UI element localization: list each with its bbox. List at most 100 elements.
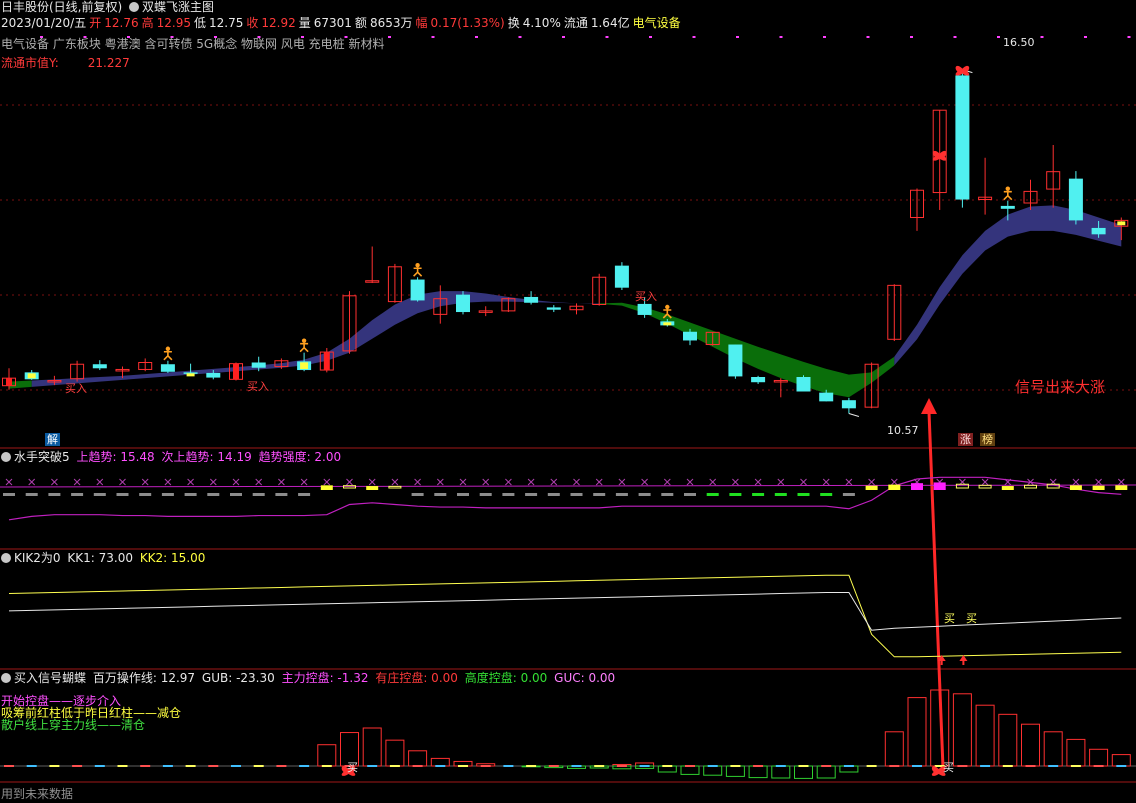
panel2-x-marker-43 — [981, 478, 989, 486]
panel2-x-marker-35 — [800, 478, 807, 486]
candle-body-7 — [160, 364, 175, 372]
panel4-tick-16 — [367, 765, 378, 767]
panel3-menu-icon[interactable] — [1, 553, 11, 563]
panel2-x-marker-13 — [300, 478, 308, 486]
stock-title[interactable]: 日丰股份(日线,前复权) — [1, 0, 122, 14]
template-dropdown-icon[interactable] — [129, 2, 140, 12]
panel2-x-marker-19 — [436, 478, 444, 486]
panel4-header: 买入信号蝴蝶 百万操作线: 12.97 GUB: -23.30 主力控盘: -1… — [1, 671, 618, 686]
candle-body-20 — [456, 294, 470, 313]
panel4-red-bar-40 — [907, 697, 927, 767]
panel4-green-bar-31 — [703, 765, 723, 776]
panel4-buy-mark-1: 买 — [347, 761, 358, 774]
panel4-name[interactable]: 买入信号蝴蝶 — [14, 671, 86, 685]
panel2-bar-0 — [3, 493, 15, 496]
panel4-red-bar-18 — [408, 750, 428, 767]
trend-band-green — [599, 302, 895, 398]
top-tick-19 — [866, 36, 870, 38]
top-tick-9 — [431, 36, 435, 38]
panel2-x-marker-3 — [73, 478, 81, 486]
panel2-bar-7 — [161, 493, 174, 496]
chg-label: 幅 — [415, 16, 428, 30]
panel4-green-bar-32 — [725, 765, 745, 777]
panel2-bar-43 — [978, 484, 992, 489]
panel4-tick-36 — [821, 765, 832, 767]
panel2-menu-icon[interactable] — [1, 452, 11, 462]
panel4-tick-46 — [1048, 765, 1059, 767]
panel2-name[interactable]: 水手突破5 — [14, 450, 70, 464]
panel3-buy-a: 买 — [944, 612, 955, 625]
runner-icon-4 — [1003, 190, 1013, 201]
panel2-l1: 上趋势: 15.48 — [76, 450, 155, 464]
panel4-l3: 主力控盘: -1.32 — [281, 671, 369, 685]
panel2-bar-8 — [184, 493, 197, 496]
top-tick-8 — [388, 36, 391, 38]
panel4-tick-4 — [94, 765, 105, 767]
mcap-value: 21.227 — [87, 56, 130, 70]
concept-row: 电气设备 广东板块 粤港澳 含可转债 5G概念 物联网 风电 充电桩 新材料 — [1, 37, 387, 52]
top-tick-21 — [953, 36, 957, 38]
panel4-red-bar-48 — [1089, 748, 1109, 767]
panel2-x-marker-12 — [278, 478, 285, 486]
runner-icon-1 — [299, 342, 309, 353]
panel2-header: 水手突破5 上趋势: 15.48 次上趋势: 14.19 趋势强度: 2.00 — [1, 450, 344, 465]
panel4-red-bar-43 — [975, 704, 995, 767]
amount-value: 8653万 — [369, 16, 413, 30]
panel4-red-bar-17 — [385, 739, 405, 767]
amount-label: 额 — [354, 16, 367, 30]
panel4-tick-10 — [231, 765, 241, 767]
panel4-tick-7 — [162, 765, 173, 767]
panel2-bar-28 — [638, 493, 651, 496]
candle-body-42 — [955, 75, 970, 200]
open-label: 开 — [89, 16, 102, 30]
panel2-bar-9 — [207, 493, 220, 496]
yellow-marker-1 — [186, 373, 195, 377]
panel4-tick-14 — [321, 765, 332, 767]
top-tick-11 — [518, 36, 522, 38]
top-tick-22 — [997, 36, 1000, 38]
panel2-x-marker-2 — [51, 478, 58, 486]
panel2-x-marker-36 — [822, 478, 830, 486]
panel4-tick-20 — [458, 765, 468, 767]
candle-body-27 — [614, 265, 629, 288]
panel4-red-bar-39 — [884, 731, 904, 767]
trend-band-blue-2 — [894, 205, 1122, 366]
high-label: 高 — [141, 16, 154, 30]
top-tick-10 — [475, 36, 478, 38]
panel3-name[interactable]: KIK2为0 — [14, 551, 61, 565]
panel2-bar-48 — [1092, 485, 1105, 490]
sector-label[interactable]: 电气设备 — [633, 16, 681, 30]
panel2-x-marker-27 — [618, 478, 626, 486]
quote-date: 2023/01/20/五 — [1, 16, 87, 30]
panel4-red-bar-42 — [952, 693, 972, 767]
panel4-menu-icon[interactable] — [1, 673, 11, 683]
top-tick-15 — [692, 36, 696, 38]
panel2-flat-line — [0, 484, 1136, 488]
trend-band-green-start — [9, 380, 32, 389]
panel2-bar-36 — [820, 493, 833, 496]
panel2-bar-20 — [457, 493, 469, 496]
panel2-x-marker-25 — [573, 478, 580, 486]
panel2-x-marker-37 — [845, 478, 853, 486]
panel4-green-bar-35 — [794, 765, 813, 779]
top-tick-12 — [562, 36, 565, 38]
candle-body-4 — [92, 364, 107, 369]
panel4-legend-3: 散户线上穿主力线——清仓 — [1, 718, 146, 732]
panel2-x-marker-33 — [754, 478, 762, 486]
runner-icon-head-1 — [301, 338, 307, 343]
candle-body-24 — [546, 307, 561, 310]
panel2-x-marker-5 — [119, 478, 126, 486]
chg-value: 0.17(1.33%) — [430, 16, 505, 30]
runner-icon-head-4 — [1005, 186, 1010, 191]
panel4-tick-49 — [1116, 765, 1127, 767]
panel4-green-bar-33 — [748, 765, 768, 779]
template-title[interactable]: 双蝶飞涨主图 — [142, 0, 214, 14]
float-label: 流通 — [563, 16, 588, 30]
candle-body-30 — [683, 331, 697, 341]
panel4-tick-3 — [72, 765, 83, 767]
panel2-x-marker-48 — [1095, 478, 1102, 486]
panel2-x-marker-11 — [255, 478, 263, 486]
panel2-bar-29 — [661, 493, 674, 496]
panel4-green-bar-34 — [771, 765, 791, 779]
panel4-l5: 高度控盘: 0.00 — [464, 671, 548, 685]
